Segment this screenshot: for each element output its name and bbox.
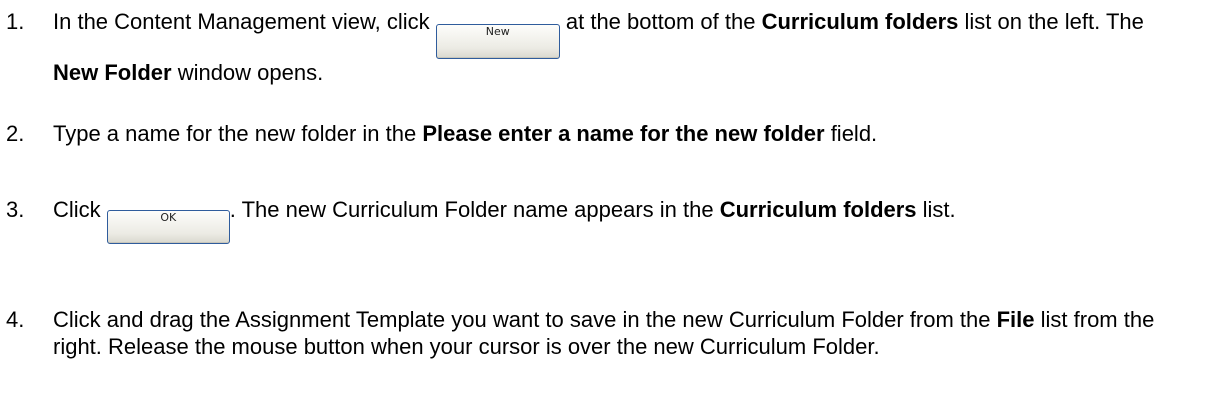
step-3: 3. Click OK. The new Curriculum Folder n… <box>0 196 1190 244</box>
step-number: 4. <box>6 307 25 332</box>
ok-button[interactable]: OK <box>106 210 230 244</box>
step-text: Click OK. The new Curriculum Folder name… <box>53 196 1190 244</box>
step-4: 4. Click and drag the Assignment Templat… <box>0 306 1190 360</box>
step-text: Click and drag the Assignment Template y… <box>53 307 1155 359</box>
step-number: 2. <box>6 121 25 146</box>
new-button[interactable]: New <box>435 24 560 59</box>
step-1: 1. In the Content Management view, click… <box>0 8 1190 86</box>
step-text: In the Content Management view, click Ne… <box>53 9 1144 85</box>
step-number: 3. <box>6 197 25 222</box>
step-text: Type a name for the new folder in the Pl… <box>53 121 878 146</box>
step-2: 2. Type a name for the new folder in the… <box>0 120 1190 147</box>
step-number: 1. <box>6 9 25 34</box>
